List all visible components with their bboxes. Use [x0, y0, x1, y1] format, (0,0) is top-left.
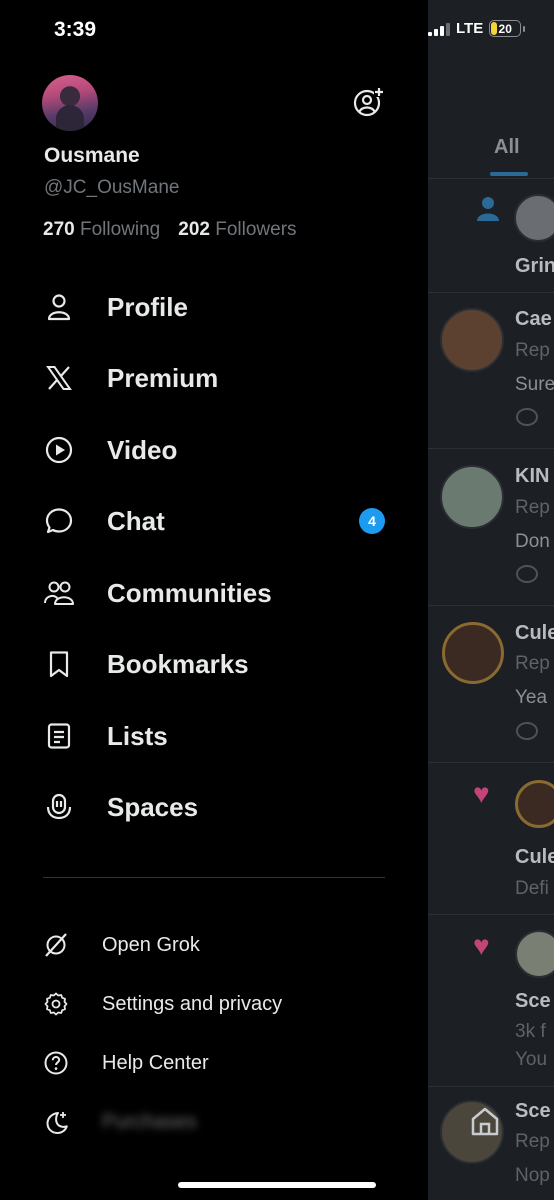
- reply-icon: [516, 565, 538, 583]
- followers-link[interactable]: 202 Followers: [178, 219, 296, 241]
- play-circle-icon: [43, 434, 75, 466]
- x-logo-icon: [43, 362, 75, 394]
- menu-item-settings[interactable]: Settings and privacy: [43, 984, 393, 1024]
- menu-item-help-center[interactable]: Help Center: [43, 1043, 393, 1083]
- row-name: Cae: [515, 308, 552, 330]
- following-count: 270: [43, 219, 75, 240]
- help-circle-icon: [43, 1050, 69, 1076]
- menu-item-label: Purchases: [102, 1110, 197, 1133]
- menu-item-label: Open Grok: [102, 933, 200, 956]
- nav-item-label: Chat: [107, 505, 165, 536]
- nav-item-lists[interactable]: Lists: [43, 709, 393, 763]
- menu-item-open-grok[interactable]: Open Grok: [43, 925, 393, 965]
- row-meta: Rep: [515, 653, 550, 674]
- user-handle: @JC_OusMane: [44, 177, 180, 198]
- menu-item-purchases[interactable]: Purchases: [43, 1102, 393, 1142]
- display-name[interactable]: Ousmane: [44, 144, 140, 168]
- nav-item-bookmarks[interactable]: Bookmarks: [43, 637, 393, 691]
- avatar[interactable]: [42, 75, 98, 131]
- row-name: KIN: [515, 465, 550, 487]
- following-link[interactable]: 270 Following: [43, 219, 160, 241]
- status-indicators: LTE 20: [428, 20, 526, 37]
- avatar: [514, 194, 554, 242]
- avatar: [440, 465, 504, 529]
- nav-item-chat[interactable]: Chat 4: [43, 494, 393, 548]
- chat-bubble-icon: [43, 505, 75, 537]
- signal-icon: [428, 22, 450, 36]
- divider: [428, 1086, 554, 1087]
- add-account-icon[interactable]: [352, 86, 384, 118]
- followers-count: 202: [178, 219, 210, 240]
- home-icon[interactable]: [468, 1104, 502, 1138]
- divider: [428, 605, 554, 606]
- divider: [428, 762, 554, 763]
- row-name: Cule: [515, 622, 554, 644]
- row-text: Defi: [515, 878, 549, 899]
- divider: [428, 914, 554, 915]
- row-text: Yea: [515, 687, 548, 708]
- gear-icon: [43, 991, 69, 1017]
- row-meta: Rep: [515, 497, 550, 518]
- follow-counts: 270 Following 202 Followers: [43, 219, 297, 241]
- reply-icon: [516, 408, 538, 426]
- menu-item-label: Help Center: [102, 1051, 209, 1074]
- avatar: [515, 780, 554, 828]
- row-name: Sce: [515, 1100, 551, 1122]
- microphone-icon: [43, 791, 75, 823]
- nav-item-spaces[interactable]: Spaces: [43, 780, 393, 834]
- nav-item-video[interactable]: Video: [43, 423, 393, 477]
- nav-item-premium[interactable]: Premium: [43, 351, 393, 405]
- row-name: Sce: [515, 990, 551, 1012]
- tab-all-indicator: [490, 172, 528, 176]
- battery-icon: 20: [489, 20, 526, 37]
- divider: [428, 292, 554, 293]
- list-icon: [43, 720, 75, 752]
- nav-item-label: Bookmarks: [107, 648, 249, 679]
- nav-item-label: Lists: [107, 720, 168, 751]
- nav-item-label: Premium: [107, 362, 219, 393]
- bookmark-icon: [43, 648, 75, 680]
- unread-badge: 4: [359, 508, 385, 534]
- following-label: Following: [79, 219, 161, 240]
- avatar: [515, 930, 554, 978]
- network-label: LTE: [456, 20, 484, 37]
- tab-all[interactable]: All: [494, 136, 520, 159]
- divider: [43, 877, 385, 878]
- home-indicator[interactable]: [178, 1182, 376, 1188]
- nav-item-profile[interactable]: Profile: [43, 280, 393, 334]
- person-icon: [477, 197, 499, 221]
- row-name: Cule: [515, 846, 554, 868]
- followers-label: Followers: [215, 219, 297, 240]
- row-text: Don: [515, 531, 550, 552]
- menu-item-label: Settings and privacy: [102, 992, 283, 1015]
- nav-item-label: Spaces: [107, 791, 199, 822]
- divider: [428, 448, 554, 449]
- nav-item-communities[interactable]: Communities: [43, 566, 393, 620]
- reply-icon: [516, 722, 538, 740]
- row-name: Grin: [515, 255, 554, 277]
- battery-level: 20: [498, 21, 512, 36]
- divider: [428, 178, 554, 179]
- row-meta: 3k f: [515, 1021, 546, 1042]
- avatar: [442, 622, 504, 684]
- heart-icon: ♥: [473, 778, 490, 809]
- row-text: Nop: [515, 1165, 550, 1186]
- row-meta: Rep: [515, 1131, 550, 1152]
- people-icon: [43, 577, 75, 609]
- heart-icon: ♥: [473, 930, 490, 961]
- person-icon: [43, 291, 75, 323]
- moon-icon[interactable]: [43, 1109, 69, 1135]
- row-meta: Rep: [515, 340, 550, 361]
- grok-icon: [43, 932, 69, 958]
- nav-item-label: Communities: [107, 577, 272, 608]
- row-text: Sure: [515, 374, 554, 395]
- avatar: [440, 308, 504, 372]
- side-drawer: Ousmane @JC_OusMane 270 Following 202 Fo…: [0, 0, 428, 1200]
- status-time: 3:39: [54, 18, 97, 41]
- nav-item-label: Profile: [107, 291, 188, 322]
- row-text: You: [515, 1049, 548, 1070]
- nav-item-label: Video: [107, 434, 178, 465]
